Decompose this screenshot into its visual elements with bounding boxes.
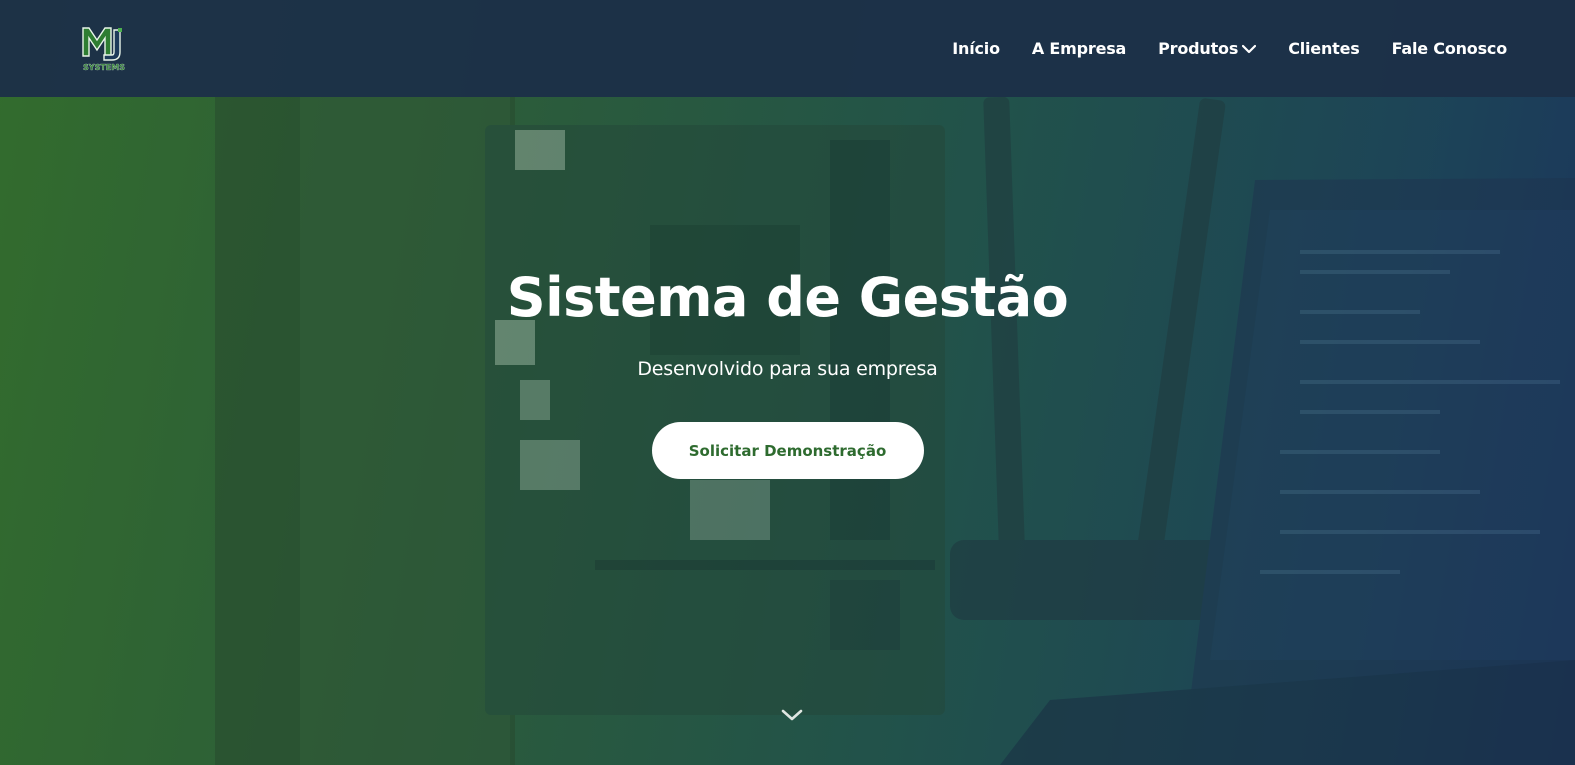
nav-item-produtos[interactable]: Produtos bbox=[1158, 39, 1257, 58]
nav-item-inicio[interactable]: Início bbox=[952, 39, 1000, 58]
hero-content: Sistema de Gestão Desenvolvido para sua … bbox=[0, 260, 1575, 479]
nav-item-label: Produtos bbox=[1158, 39, 1239, 58]
hero-title: Sistema de Gestão bbox=[506, 266, 1069, 329]
main-nav: Início A Empresa Produtos Clientes Fale … bbox=[952, 39, 1507, 58]
nav-item-fale-conosco[interactable]: Fale Conosco bbox=[1391, 39, 1508, 58]
request-demo-button[interactable]: Solicitar Demonstração bbox=[651, 422, 924, 479]
brand-logo[interactable]: SYSTEMS bbox=[80, 24, 128, 74]
hero-subtitle: Desenvolvido para sua empresa bbox=[637, 358, 938, 380]
nav-item-label: Clientes bbox=[1288, 39, 1360, 58]
nav-item-clientes[interactable]: Clientes bbox=[1288, 39, 1360, 58]
nav-item-label: A Empresa bbox=[1031, 39, 1127, 58]
nav-item-label: Início bbox=[952, 39, 1000, 58]
top-navbar: SYSTEMS Início A Empresa Produtos Client… bbox=[0, 0, 1575, 97]
scroll-down-chevron-icon[interactable] bbox=[781, 706, 803, 724]
nav-item-label: Fale Conosco bbox=[1391, 39, 1508, 58]
nav-item-a-empresa[interactable]: A Empresa bbox=[1032, 39, 1126, 58]
chevron-down-icon bbox=[1242, 44, 1257, 53]
logo-mark-icon: SYSTEMS bbox=[82, 26, 125, 72]
svg-text:SYSTEMS: SYSTEMS bbox=[83, 63, 125, 72]
